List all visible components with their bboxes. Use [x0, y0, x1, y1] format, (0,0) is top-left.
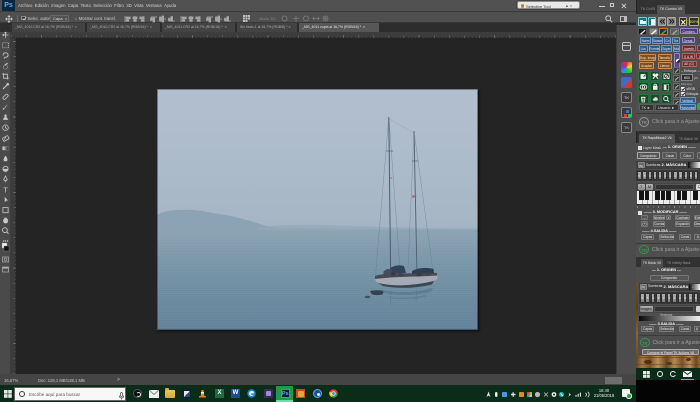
svg-text:T: T	[3, 185, 8, 194]
